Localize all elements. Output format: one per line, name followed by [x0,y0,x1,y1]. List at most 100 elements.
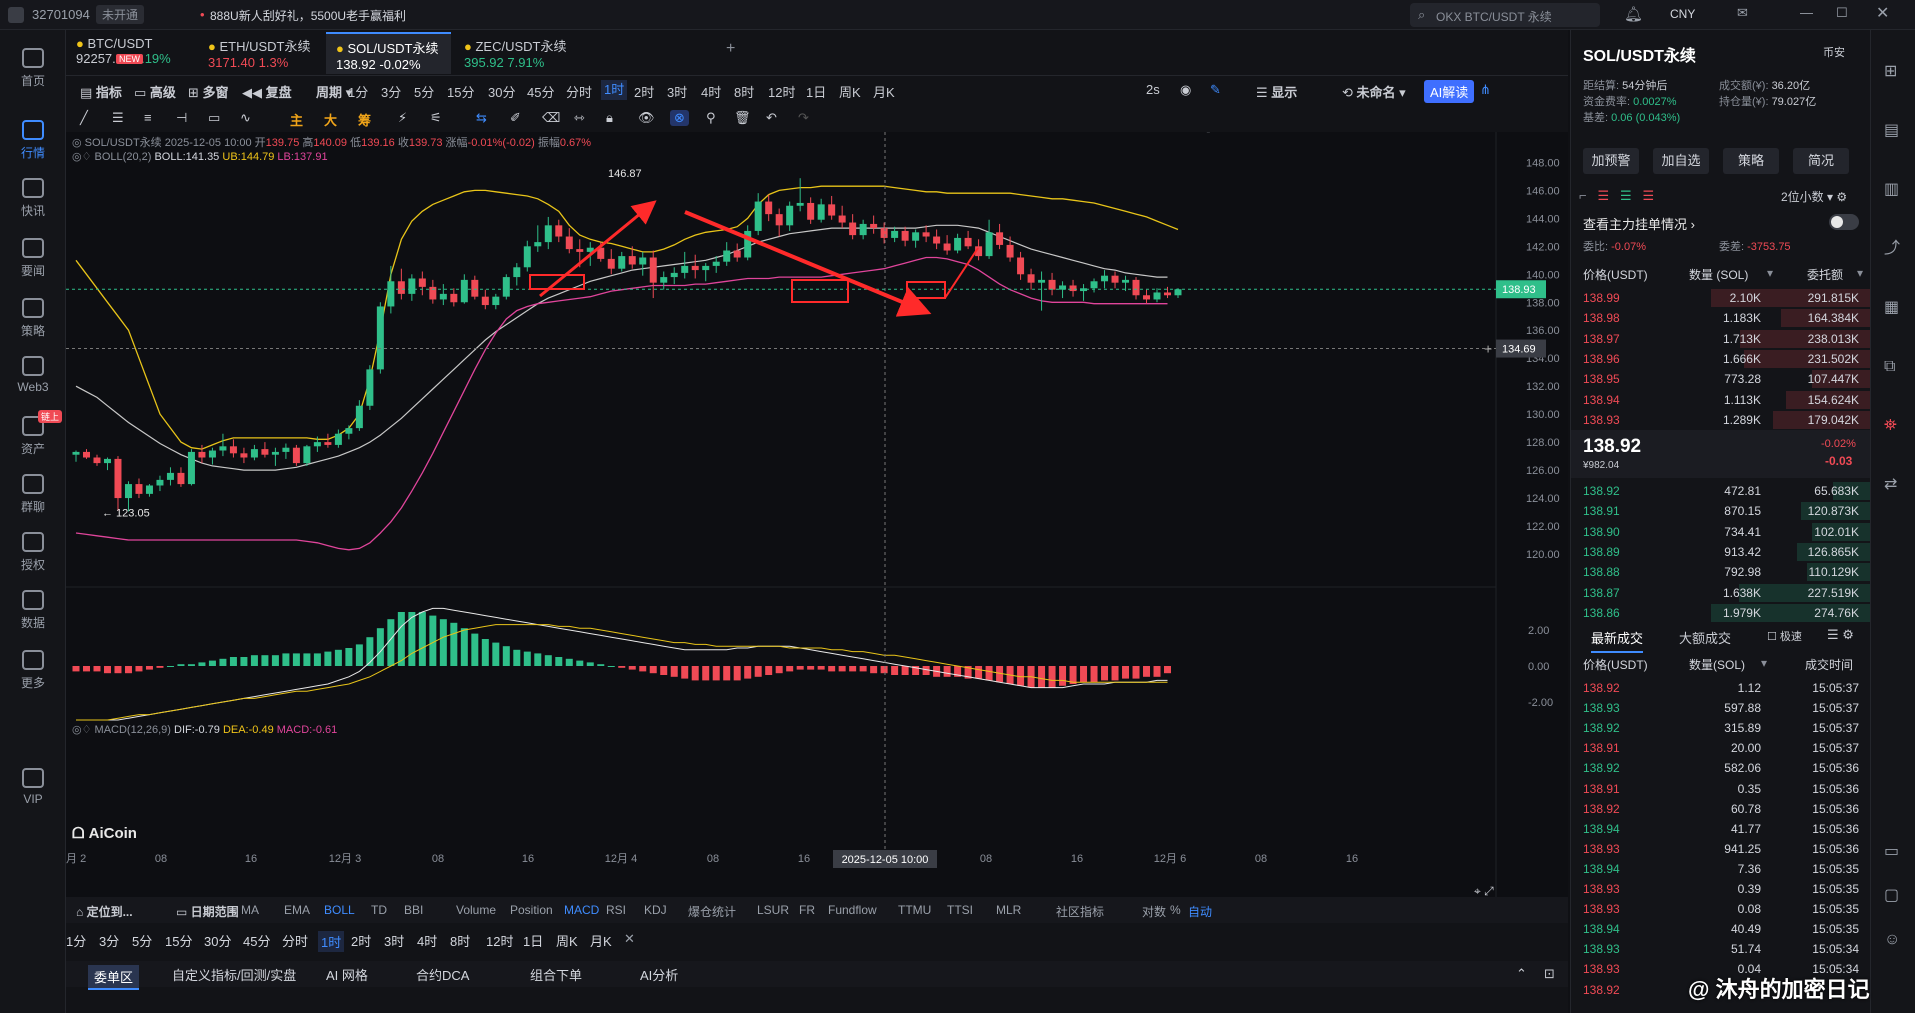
bottom-interval-0[interactable]: 1分 [66,931,86,950]
interval-7[interactable]: 1时 [601,80,628,100]
bell-icon[interactable]: 🔔︎ [1624,5,1643,23]
tab-btc[interactable]: ● BTC/USDT 92257.37 0.19% NEW [66,32,196,74]
verify-badge[interactable]: 未开通 [96,5,145,24]
indicator-tab-11[interactable]: LSUR [757,903,789,917]
bottom-tab-0[interactable]: 委单区 [88,965,140,990]
interval-9[interactable]: 3时 [667,82,687,101]
trash-icon[interactable]: 🗑︎ [734,110,751,126]
ask-row[interactable]: 138.96 1.666K 231.502K [1571,349,1871,369]
redo-icon[interactable]: ↷ [798,110,809,126]
indicator-tab-2[interactable]: BOLL [324,903,355,917]
bottom-interval-10[interactable]: 4时 [417,931,437,950]
settings-icon[interactable]: ☰ ⚙ [1827,627,1854,643]
nav-item-6[interactable]: 资产 链上 [0,410,66,457]
depth-toggle[interactable] [1829,214,1859,230]
lock-icon[interactable]: 🔒︎ [606,110,613,126]
add-tab-button[interactable]: + [726,40,735,58]
fullscreen-icon[interactable]: ⤢ [1205,132,1216,135]
bid-row[interactable]: 138.90 734.41 102.01K [1571,522,1871,542]
search-input[interactable]: ⌕ OKX BTC/USDT 永续 [1410,3,1600,27]
bottom-interval-13[interactable]: 1日 [523,931,543,950]
add-line-icon[interactable]: + [1484,341,1492,357]
watchlist-button[interactable]: 加自选 [1653,148,1709,174]
interval-4[interactable]: 30分 [488,82,515,101]
rect-tool-icon[interactable]: ▭ [208,110,220,126]
layers-icon[interactable]: ⧉ [1884,337,1900,396]
chat-icon[interactable]: ▢ [1884,874,1900,918]
display-button[interactable]: ☰ 显示 [1256,82,1297,101]
bid-row[interactable]: 138.92 472.81 65.683K [1571,481,1871,501]
interval-8[interactable]: 2时 [634,82,654,101]
interval-2[interactable]: 5分 [414,82,434,101]
pen-icon[interactable]: ✎ [1210,82,1221,98]
indicator-tab-4[interactable]: BBI [404,903,423,917]
indicator-tab-18[interactable]: 对数 [1142,903,1166,920]
layout-name[interactable]: ⟲ 未命名 ▾ [1342,82,1406,101]
currency-select[interactable]: CNY [1670,7,1695,21]
interval-0[interactable]: 1分 [348,82,368,101]
indicator-tab-10[interactable]: 爆仓统计 [688,903,736,920]
filter-icon[interactable]: ⚲ [706,110,716,126]
mail-icon[interactable]: ✉ [1737,5,1748,21]
refresh-rate[interactable]: 2s [1146,82,1160,97]
close-icon[interactable]: ✕ [1876,3,1889,23]
indicator-tab-0[interactable]: MA [241,903,259,917]
nav-item-0[interactable]: 首页 [0,48,66,89]
indicator-tab-12[interactable]: FR [799,903,815,917]
nav-item-7[interactable]: 群聊 [0,474,66,515]
bottom-tab-1[interactable]: 自定义指标/回测/实盘 [172,965,296,984]
nav-item-10[interactable]: 更多 [0,650,66,691]
ask-row[interactable]: 138.97 1.713K 238.013K [1571,329,1871,349]
tab-zec[interactable]: ● ZEC/USDT永续 395.92 7.91% [454,32,579,74]
bottom-interval-14[interactable]: 周K [556,931,578,950]
share-icon[interactable]: ⋔ [1480,82,1491,98]
nav-item-9[interactable]: 数据 [0,590,66,631]
minimize-icon[interactable]: — [1800,5,1813,20]
bottom-tab-3[interactable]: 合约DCA [416,965,469,984]
layout-icon[interactable]: ▥ [1884,160,1900,219]
decimals-select[interactable]: 2位小数 ▾ ⚙ [1781,188,1847,205]
interval-5[interactable]: 45分 [527,82,554,101]
bid-row[interactable]: 138.87 1.638K 227.519K [1571,583,1871,603]
calculator-icon[interactable]: ▦ [1884,278,1900,337]
nav-item-2[interactable]: 快讯 [0,178,66,219]
bottom-interval-15[interactable]: 月K [590,931,612,950]
book-view-icons[interactable]: ⌐ ☰ ☰ ☰ [1579,188,1654,204]
indicator-tab-8[interactable]: RSI [606,903,626,917]
bottom-interval-11[interactable]: 8时 [450,931,470,950]
price-chart[interactable]: 148.00 146.00 144.00 142.00 140.00 138.00 136.… [66,132,1568,898]
interval-15[interactable]: 月K [873,82,895,101]
nav-item-4[interactable]: 策略 [0,298,66,339]
advanced-button[interactable]: ▭ 高级 [134,82,176,101]
indicator-tab-19[interactable]: % [1170,903,1181,917]
parallel-tool-icon[interactable]: ☰ [112,110,124,126]
user-icon[interactable] [8,7,24,23]
alert-icon[interactable]: ◎♢ [72,151,91,163]
big-order-toggle[interactable]: 大 [324,110,337,129]
large-trades-tab[interactable]: 大额成交 [1679,628,1731,647]
measure-icon[interactable]: ⇿ [574,110,585,126]
camera-icon[interactable]: ◉ [1180,82,1191,98]
bottom-interval-4[interactable]: 30分 [204,931,231,950]
ask-row[interactable]: 138.95 773.28 107.447K [1571,369,1871,389]
indicator-button[interactable]: ▤ 指标 [80,82,122,101]
indicator-tab-3[interactable]: TD [371,903,387,917]
document-icon[interactable]: ▤ [1884,101,1900,160]
eye-icon[interactable]: ◎ [72,137,82,149]
close-intervals-icon[interactable]: ✕ [624,931,635,947]
interval-11[interactable]: 8时 [734,82,754,101]
ask-row[interactable]: 138.94 1.113K 154.624K [1571,390,1871,410]
hline-tool-icon[interactable]: ⊣ [176,110,187,126]
indicator-tab-7[interactable]: MACD [564,903,599,917]
depth-link[interactable]: 查看主力挂单情况 › [1583,214,1695,233]
chip-toggle[interactable]: 筹 [358,110,371,129]
interval-10[interactable]: 4时 [701,82,721,101]
locate-button[interactable]: ⌂ 定位到... [76,903,133,920]
strategy-button[interactable]: 策略 [1723,148,1779,174]
eye-icon[interactable]: 👁︎ [638,110,655,126]
undo-icon[interactable]: ↶ [766,110,777,126]
tab-eth[interactable]: ● ETH/USDT永续 3171.40 1.3% [198,32,323,74]
grid-icon[interactable]: ⊞ [1884,42,1900,101]
latest-trades-tab[interactable]: 最新成交 [1591,628,1644,653]
bottom-interval-12[interactable]: 12时 [486,931,513,950]
